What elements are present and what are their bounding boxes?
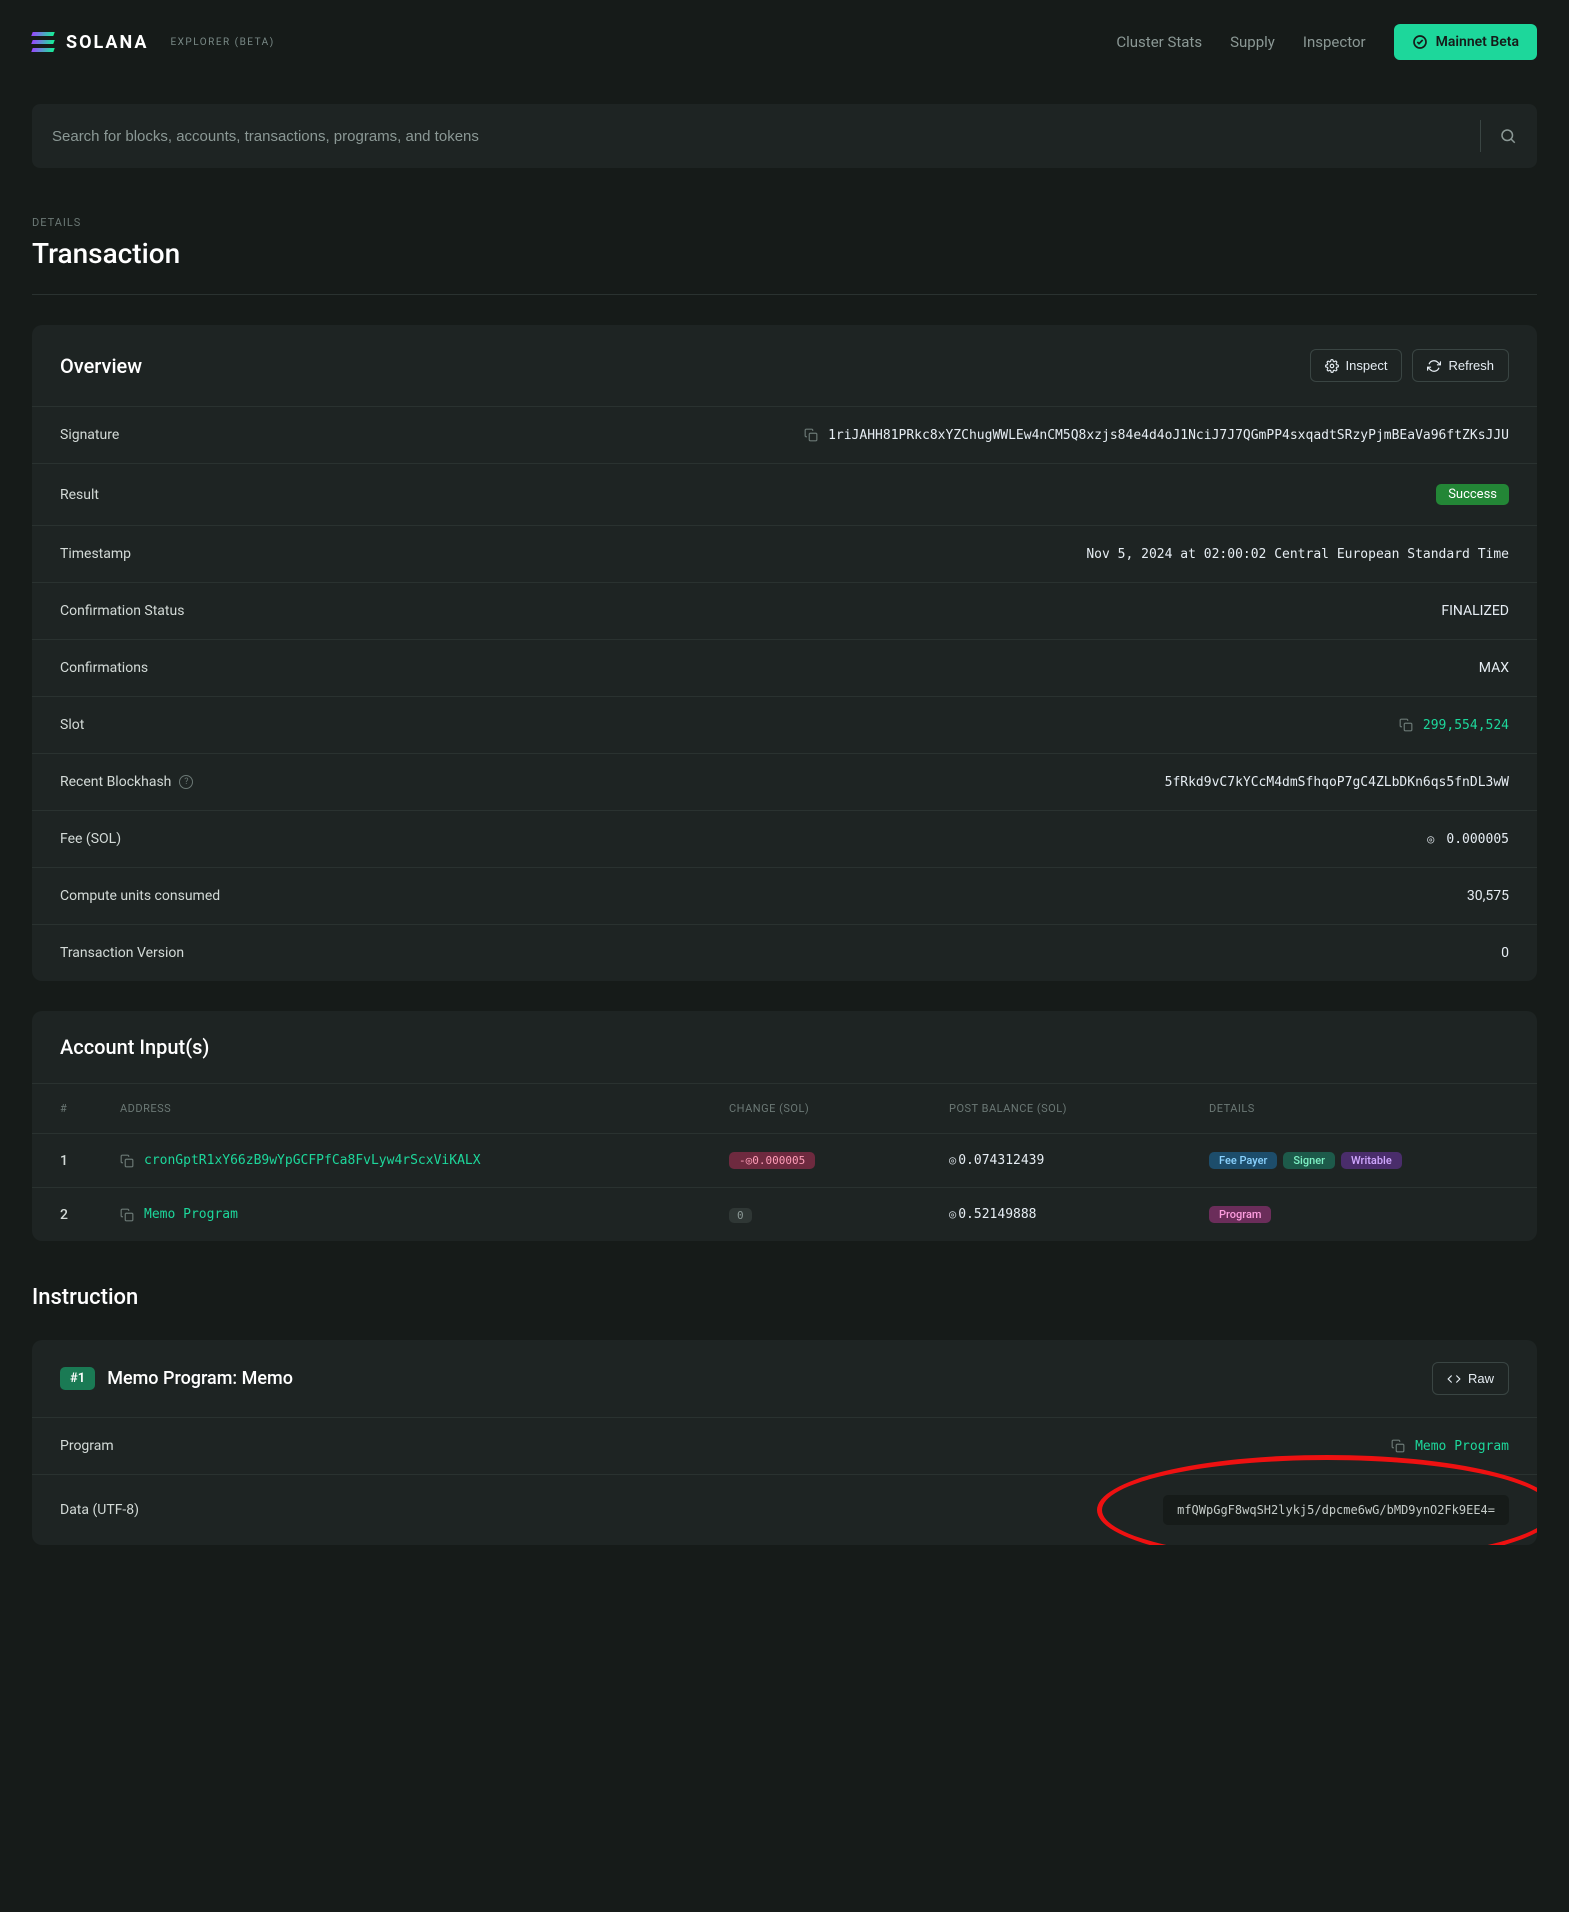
logo[interactable]: SOLANA EXPLORER (BETA) bbox=[32, 32, 275, 53]
refresh-icon bbox=[1427, 359, 1441, 373]
raw-button[interactable]: Raw bbox=[1432, 1362, 1509, 1395]
nav-cluster-stats[interactable]: Cluster Stats bbox=[1116, 33, 1202, 51]
cluster-select-button[interactable]: Mainnet Beta bbox=[1394, 24, 1537, 60]
row-data: Data (UTF-8) mfQWpGgF8wqSH2lykj5/dpcme6w… bbox=[32, 1474, 1537, 1545]
brand-subtitle: EXPLORER (BETA) bbox=[170, 37, 274, 48]
top-nav: Cluster Stats Supply Inspector Mainnet B… bbox=[1116, 24, 1537, 60]
row-confirmation-status: Confirmation Status FINALIZED bbox=[32, 582, 1537, 639]
row-confirmations: Confirmations MAX bbox=[32, 639, 1537, 696]
row-fee: Fee (SOL) ◎0.000005 bbox=[32, 810, 1537, 867]
brand-name: SOLANA bbox=[66, 32, 148, 53]
gear-icon bbox=[1325, 359, 1339, 373]
details-label: DETAILS bbox=[32, 216, 1537, 229]
solana-logo-icon bbox=[32, 32, 54, 52]
search-divider bbox=[1480, 120, 1481, 152]
version-value: 0 bbox=[1501, 945, 1509, 961]
code-icon bbox=[1447, 1372, 1461, 1386]
compute-value: 30,575 bbox=[1467, 888, 1509, 904]
page-title: Transaction bbox=[32, 237, 1537, 270]
row-program: Program Memo Program bbox=[32, 1417, 1537, 1474]
timestamp-value: Nov 5, 2024 at 02:00:02 Central European… bbox=[1086, 547, 1509, 562]
row-timestamp: Timestamp Nov 5, 2024 at 02:00:02 Centra… bbox=[32, 525, 1537, 582]
search-icon[interactable] bbox=[1499, 127, 1517, 145]
instruction-section-title: Instruction bbox=[32, 1285, 1537, 1310]
row-slot: Slot 299,554,524 bbox=[32, 696, 1537, 753]
account-address-link[interactable]: cronGptR1xY66zB9wYpGCFPfCa8FvLyw4rScxViK… bbox=[144, 1153, 481, 1168]
copy-icon[interactable] bbox=[804, 428, 818, 442]
instruction-card: #1 Memo Program: Memo Raw Program Memo P… bbox=[32, 1340, 1537, 1545]
copy-icon[interactable] bbox=[120, 1154, 134, 1168]
cluster-label: Mainnet Beta bbox=[1436, 34, 1519, 50]
account-tags: Fee Payer Signer Writable bbox=[1209, 1152, 1509, 1169]
confirmations-value: MAX bbox=[1479, 660, 1509, 676]
title-divider bbox=[32, 294, 1537, 295]
table-row: 1 cronGptR1xY66zB9wYpGCFPfCa8FvLyw4rScxV… bbox=[32, 1133, 1537, 1187]
instruction-title: Memo Program: Memo bbox=[107, 1368, 293, 1389]
memo-data-value: mfQWpGgF8wqSH2lykj5/dpcme6wG/bMD9ynO2Fk9… bbox=[1163, 1495, 1509, 1525]
check-circle-icon bbox=[1412, 34, 1428, 50]
nav-supply[interactable]: Supply bbox=[1230, 33, 1275, 51]
app-header: SOLANA EXPLORER (BETA) Cluster Stats Sup… bbox=[0, 0, 1569, 84]
blockhash-value: 5fRkd9vC7kYCcM4dmSfhqoP7gC4ZLbDKn6qs5fnD… bbox=[1165, 775, 1509, 790]
row-result: Result Success bbox=[32, 463, 1537, 525]
inspect-button[interactable]: Inspect bbox=[1310, 349, 1403, 382]
instruction-index-badge: #1 bbox=[60, 1367, 95, 1390]
row-blockhash: Recent Blockhash ? 5fRkd9vC7kYCcM4dmSfhq… bbox=[32, 753, 1537, 810]
fee-value: ◎0.000005 bbox=[1427, 832, 1509, 847]
overview-card: Overview Inspect Refresh Signature 1riJA… bbox=[32, 325, 1537, 981]
refresh-button[interactable]: Refresh bbox=[1412, 349, 1509, 382]
program-link[interactable]: Memo Program bbox=[1415, 1439, 1509, 1454]
row-compute: Compute units consumed 30,575 bbox=[32, 867, 1537, 924]
account-address-link[interactable]: Memo Program bbox=[144, 1207, 238, 1222]
slot-link[interactable]: 299,554,524 bbox=[1423, 718, 1509, 733]
accounts-card: Account Input(s) # ADDRESS CHANGE (SOL) … bbox=[32, 1011, 1537, 1241]
row-signature: Signature 1riJAHH81PRkc8xYZChugWWLEw4nCM… bbox=[32, 406, 1537, 463]
account-tags: Program bbox=[1209, 1206, 1509, 1223]
status-badge: Success bbox=[1436, 484, 1509, 505]
signature-value: 1riJAHH81PRkc8xYZChugWWLEw4nCM5Q8xzjs84e… bbox=[828, 428, 1509, 443]
table-row: 2 Memo Program 0 ◎0.52149888 Program bbox=[32, 1187, 1537, 1241]
copy-icon[interactable] bbox=[120, 1208, 134, 1222]
copy-icon[interactable] bbox=[1391, 1439, 1405, 1453]
post-balance: ◎0.074312439 bbox=[949, 1153, 1209, 1168]
change-pill: 0 bbox=[729, 1208, 752, 1223]
accounts-title: Account Input(s) bbox=[60, 1035, 209, 1059]
copy-icon[interactable] bbox=[1399, 718, 1413, 732]
search-bar[interactable] bbox=[32, 104, 1537, 168]
change-pill: -◎0.000005 bbox=[729, 1152, 815, 1169]
overview-title: Overview bbox=[60, 354, 142, 378]
post-balance: ◎0.52149888 bbox=[949, 1207, 1209, 1222]
accounts-table-header: # ADDRESS CHANGE (SOL) POST BALANCE (SOL… bbox=[32, 1083, 1537, 1133]
nav-inspector[interactable]: Inspector bbox=[1303, 33, 1366, 51]
row-version: Transaction Version 0 bbox=[32, 924, 1537, 981]
search-input[interactable] bbox=[52, 128, 1462, 145]
confirmation-status-value: FINALIZED bbox=[1441, 603, 1509, 619]
info-icon[interactable]: ? bbox=[179, 775, 193, 789]
